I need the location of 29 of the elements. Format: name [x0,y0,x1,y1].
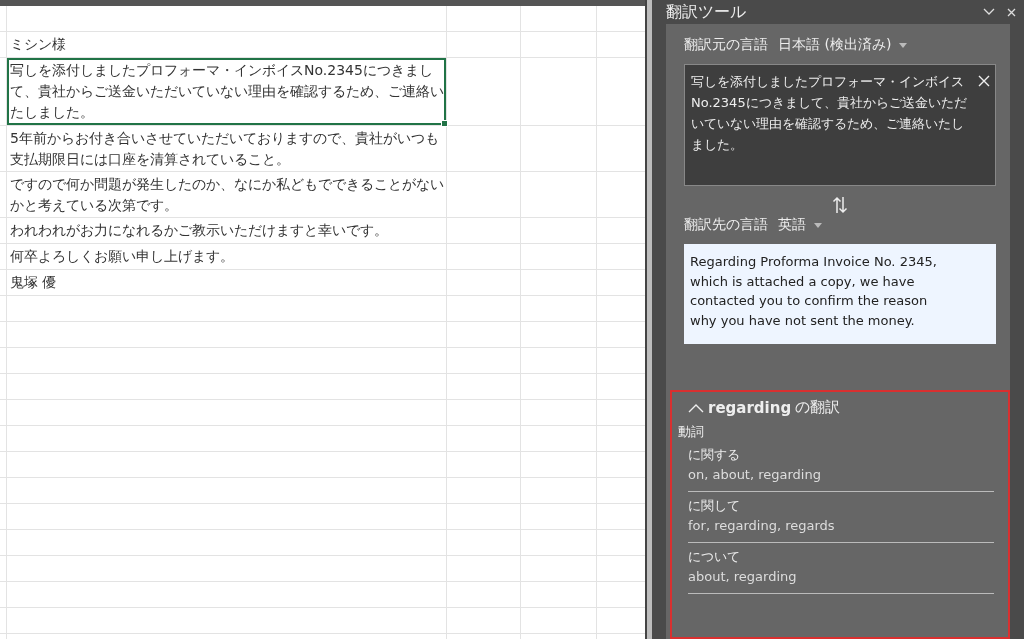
source-text-field[interactable]: 写しを添付しましたプロフォーマ・インボイスNo.2345につきまして、貴社からご送金いただいていない理由を確認するため、ご連絡いたしました。 [684,64,996,186]
swap-icon[interactable] [832,196,848,214]
table-cell[interactable]: ですので何か問題が発生したのか、なにか私どもでできることがないかと考えている次第です。 [7,172,446,217]
language-label: 翻訳先の言語 [684,216,768,234]
caret-icon [814,222,822,228]
term-meanings: on, about, regarding [688,466,822,484]
language-label: 翻訳元の言語 [684,36,768,54]
close-icon[interactable] [1007,7,1016,17]
chevron-up-icon [688,402,704,413]
language-dropdown[interactable]: 日本語 (検出済み) [778,36,908,54]
table-cell[interactable]: 何卒よろしくお願い申し上げます。 [7,244,446,269]
panel-title: 翻訳ツール [666,1,747,23]
caret-icon [899,42,908,48]
translation-output: Regarding Proforma Invoice No. 2345, which is attached a copy, we have contacted you to confirm the reason why you have not sent the money. [684,244,996,344]
dictionary-term[interactable]: に関する [688,445,994,465]
dictionary-term[interactable]: について [688,547,994,567]
clear-icon[interactable] [978,75,990,87]
term-meanings: about, regarding [688,568,798,586]
part-of-speech: 動詞 [678,423,705,441]
dictionary-term[interactable]: に関して [688,496,994,516]
table-cell[interactable]: 写しを添付しましたプロフォーマ・インボイスNo.2345につきまして、貴社からご送金いただいていない理由を確認するため、ご連絡いたしました。 [7,58,446,125]
table-cell[interactable]: 鬼塚 優 [7,270,446,295]
term-meanings: for, regarding, regards [688,517,836,535]
dictionary-toggle[interactable]: regarding の翻訳 [678,398,841,417]
table-cell[interactable]: われわれがお力になれるかご教示いただけますと幸いです。 [7,218,446,243]
language-dropdown[interactable]: 英語 [778,216,822,234]
table-cell[interactable]: 5年前からお付き合いさせていただいておりますので、貴社がいつも支払期限日には口座を清算されていること。 [7,126,446,171]
table-cell[interactable]: ミシン様 [7,32,446,57]
chevron-down-icon[interactable] [983,8,995,16]
